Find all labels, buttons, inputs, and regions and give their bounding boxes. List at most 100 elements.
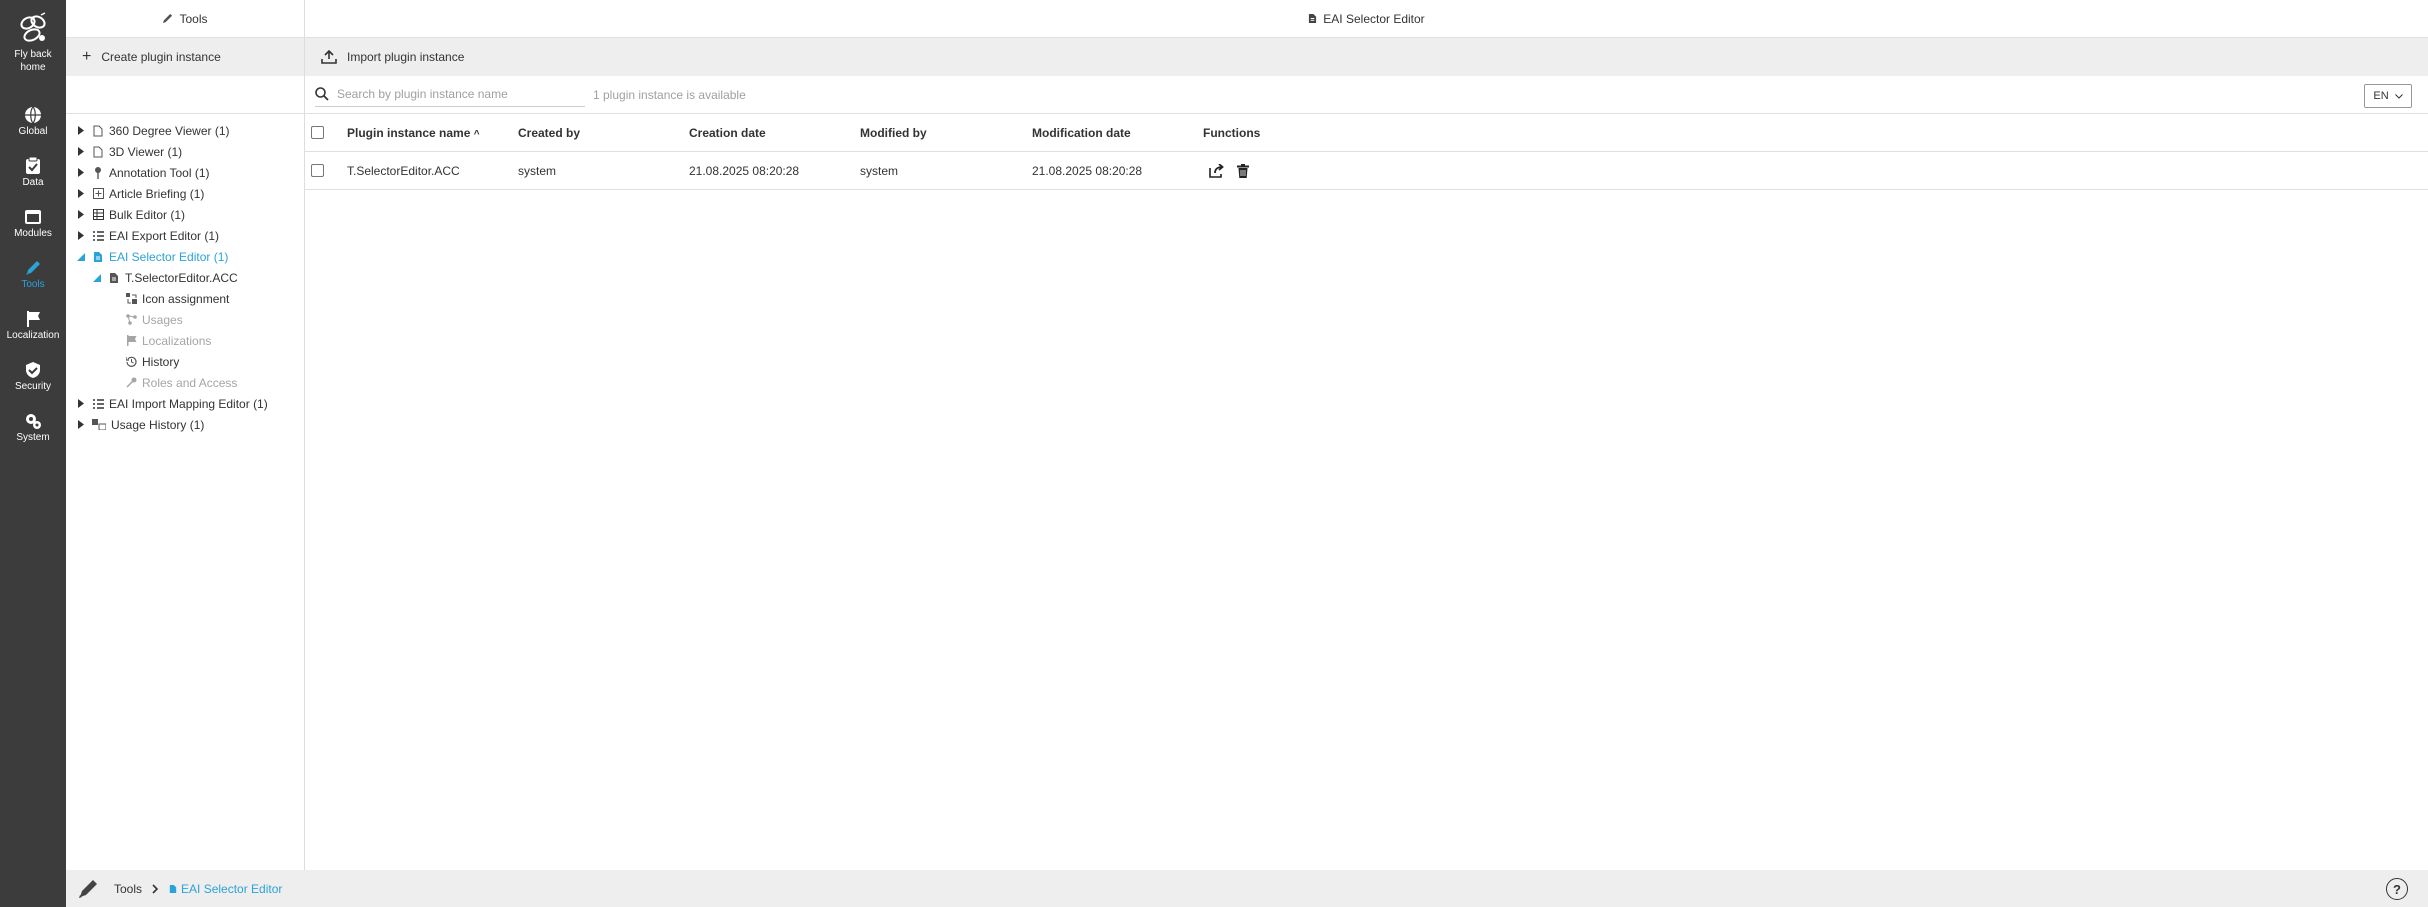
- fly-back-home-button[interactable]: Fly back home: [0, 12, 66, 74]
- gears-icon: [26, 414, 41, 429]
- select-all-checkbox[interactable]: [311, 126, 324, 139]
- file-icon: [92, 146, 104, 158]
- caret-right-icon[interactable]: [76, 231, 86, 241]
- tree-item-label: EAI Import Mapping Editor (1): [109, 396, 268, 411]
- plugin-tree: 360 Degree Viewer (1) 3D Viewer (1) Anno…: [66, 114, 304, 435]
- list-icon: [92, 230, 104, 242]
- cell-modification-date: 21.08.2025 08:20:28: [1032, 163, 1143, 178]
- column-header-name[interactable]: Plugin instance name ^: [347, 126, 518, 140]
- caret-right-icon[interactable]: [76, 168, 86, 178]
- tree-item-usage-history[interactable]: Usage History (1): [66, 414, 304, 435]
- tree-item-eai-selector-editor[interactable]: EAI Selector Editor (1): [66, 246, 304, 267]
- tree-item-360-degree-viewer[interactable]: 360 Degree Viewer (1): [66, 120, 304, 141]
- caret-right-icon[interactable]: [76, 147, 86, 157]
- tree-item-usages[interactable]: Usages: [66, 309, 304, 330]
- tree-item-eai-export-editor[interactable]: EAI Export Editor (1): [66, 225, 304, 246]
- chevron-right-icon: [152, 883, 159, 894]
- main-content: EAI Selector Editor Import plugin instan…: [305, 0, 2428, 870]
- import-plugin-instance-label: Import plugin instance: [347, 50, 465, 64]
- flag-icon: [27, 311, 40, 327]
- nav-item-label: System: [16, 432, 50, 443]
- tree-item-label: T.SelectorEditor.ACC: [125, 270, 238, 285]
- shield-check-icon: [26, 362, 40, 378]
- nav-item-label: Data: [22, 177, 44, 188]
- sort-ascending-icon: ^: [473, 128, 480, 140]
- nav-item-label: Tools: [21, 279, 45, 290]
- tree-item-label: EAI Selector Editor (1): [109, 249, 229, 264]
- caret-down-icon[interactable]: [76, 252, 86, 262]
- tree-item-article-briefing[interactable]: Article Briefing (1): [66, 183, 304, 204]
- row-functions: [1209, 163, 1380, 178]
- tree-item-icon-assignment[interactable]: Icon assignment: [66, 288, 304, 309]
- tree-item-instance[interactable]: T.SelectorEditor.ACC: [66, 267, 304, 288]
- caret-right-icon[interactable]: [76, 189, 86, 199]
- available-count: 1 plugin instance is available: [593, 87, 746, 102]
- tree-panel-header: Tools: [66, 0, 304, 38]
- cell-created-by: system: [518, 163, 557, 178]
- nav-item-localization[interactable]: Localization: [0, 304, 66, 352]
- caret-right-icon[interactable]: [76, 420, 86, 430]
- column-header-created-by[interactable]: Created by: [518, 126, 689, 140]
- document-icon: [1309, 14, 1317, 23]
- tree-item-label: EAI Export Editor (1): [109, 228, 220, 243]
- breadcrumb-current[interactable]: EAI Selector Editor: [169, 882, 282, 896]
- caret-right-icon[interactable]: [76, 399, 86, 409]
- tree-item-localizations[interactable]: Localizations: [66, 330, 304, 351]
- nav-item-tools[interactable]: Tools: [0, 253, 66, 301]
- tree-item-annotation-tool[interactable]: Annotation Tool (1): [66, 162, 304, 183]
- icon-assignment-icon: [125, 293, 137, 305]
- tree-item-label: Usages: [142, 312, 183, 327]
- usage-history-icon: [92, 419, 106, 431]
- document-icon: [169, 884, 177, 893]
- create-plugin-instance-button[interactable]: + Create plugin instance: [66, 38, 304, 76]
- trash-icon[interactable]: [1237, 163, 1249, 178]
- nav-item-security[interactable]: Security: [0, 355, 66, 403]
- tree-spacer: [66, 76, 304, 114]
- tree-item-3d-viewer[interactable]: 3D Viewer (1): [66, 141, 304, 162]
- tree-item-label: Usage History (1): [111, 417, 205, 432]
- search-input[interactable]: [337, 87, 577, 101]
- document-icon: [108, 272, 120, 284]
- upload-icon: [321, 50, 337, 64]
- key-icon: [125, 377, 137, 389]
- table-row[interactable]: T.SelectorEditor.ACC system 21.08.2025 0…: [305, 152, 2428, 190]
- create-plugin-instance-label: Create plugin instance: [101, 50, 221, 64]
- tree-item-label: Localizations: [142, 333, 212, 348]
- main-header: EAI Selector Editor: [305, 0, 2428, 38]
- column-header-modified-by[interactable]: Modified by: [860, 126, 1032, 140]
- pencil-icon: [79, 879, 97, 898]
- nav-item-global[interactable]: Global: [0, 100, 66, 148]
- document-icon: [92, 251, 104, 263]
- help-button[interactable]: ?: [2386, 878, 2408, 900]
- breadcrumb: Tools EAI Selector Editor: [78, 879, 282, 899]
- tree-panel-title: Tools: [179, 11, 208, 26]
- pencil-icon: [26, 261, 40, 275]
- fly-back-home-label-2: home: [20, 62, 46, 73]
- language-select[interactable]: EN: [2364, 84, 2412, 108]
- export-icon[interactable]: [1209, 163, 1225, 178]
- page-title: EAI Selector Editor: [1323, 11, 1425, 26]
- column-header-modification-date[interactable]: Modification date: [1032, 126, 1203, 140]
- caret-down-icon[interactable]: [92, 273, 102, 283]
- caret-right-icon[interactable]: [76, 210, 86, 220]
- nav-item-data[interactable]: Data: [0, 151, 66, 199]
- main-navigation: Fly back home Global Data Modules Tools …: [0, 0, 66, 907]
- tree-item-roles-and-access[interactable]: Roles and Access: [66, 372, 304, 393]
- tree-item-label: Article Briefing (1): [109, 186, 205, 201]
- chevron-down-icon: [2394, 93, 2403, 99]
- tree-item-bulk-editor[interactable]: Bulk Editor (1): [66, 204, 304, 225]
- caret-right-icon[interactable]: [76, 126, 86, 136]
- nav-item-modules[interactable]: Modules: [0, 202, 66, 250]
- nav-item-system[interactable]: System: [0, 406, 66, 454]
- cell-creation-date: 21.08.2025 08:20:28: [689, 163, 800, 178]
- nav-item-label: Security: [14, 381, 52, 392]
- tree-item-eai-import-mapping-editor[interactable]: EAI Import Mapping Editor (1): [66, 393, 304, 414]
- column-header-creation-date[interactable]: Creation date: [689, 126, 860, 140]
- tree-item-label: 360 Degree Viewer (1): [109, 123, 230, 138]
- tree-item-history[interactable]: History: [66, 351, 304, 372]
- breadcrumb-tools[interactable]: Tools: [114, 882, 142, 896]
- tree-item-label: 3D Viewer (1): [109, 144, 183, 159]
- import-plugin-instance-button[interactable]: Import plugin instance: [305, 38, 2428, 76]
- row-checkbox[interactable]: [311, 164, 324, 177]
- window-icon: [25, 210, 41, 224]
